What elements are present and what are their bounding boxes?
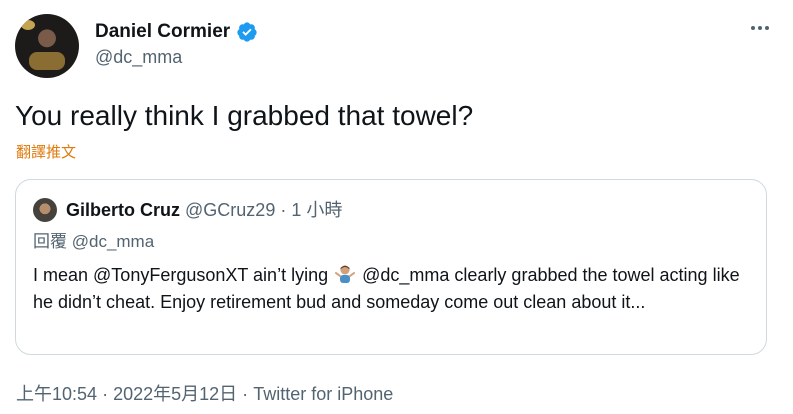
author-avatar[interactable] (15, 14, 79, 78)
author-handle[interactable]: @dc_mma (95, 47, 182, 68)
tweet-date[interactable]: 2022年5月12日 (113, 384, 237, 404)
quoted-tweet-header: Gilberto Cruz @GCruz29 · 1 小時 (66, 198, 342, 222)
tweet-source[interactable]: Twitter for iPhone (253, 384, 393, 404)
meta-separator-1: · (102, 384, 109, 404)
author-display-name[interactable]: Daniel Cormier (95, 20, 230, 44)
verified-badge-icon (237, 22, 257, 42)
more-options-icon[interactable] (751, 26, 769, 30)
quoted-body-part1: I mean @TonyFergusonXT ain’t lying (33, 265, 329, 285)
quoted-author-handle[interactable]: @GCruz29 (185, 200, 275, 220)
translate-tweet-link[interactable]: 翻譯推文 (16, 141, 76, 162)
person-shrugging-emoji-icon (335, 265, 356, 283)
quoted-author-avatar[interactable] (33, 198, 57, 222)
tweet-time[interactable]: 上午10:54 (16, 384, 97, 404)
reply-prefix: 回覆 (33, 232, 67, 251)
tweet-text: You really think I grabbed that towel? (15, 100, 474, 131)
tweet-card: Daniel Cormier @dc_mma You really think … (0, 0, 793, 414)
quoted-author-name[interactable]: Gilberto Cruz (66, 200, 180, 220)
quoted-separator: · (280, 200, 287, 220)
author-name-row: Daniel Cormier (95, 20, 258, 44)
quoted-tweet-body: I mean @TonyFergusonXT ain’t lying @dc_m… (33, 262, 748, 316)
reply-context: 回覆 @dc_mma (33, 231, 154, 253)
meta-separator-2: · (242, 384, 249, 404)
reply-handle[interactable]: @dc_mma (72, 232, 154, 251)
tweet-meta: 上午10:54 · 2022年5月12日 · Twitter for iPhon… (16, 380, 393, 406)
quoted-time[interactable]: 1 小時 (291, 200, 342, 220)
quoted-tweet[interactable]: Gilberto Cruz @GCruz29 · 1 小時 回覆 @dc_mma… (15, 179, 767, 355)
